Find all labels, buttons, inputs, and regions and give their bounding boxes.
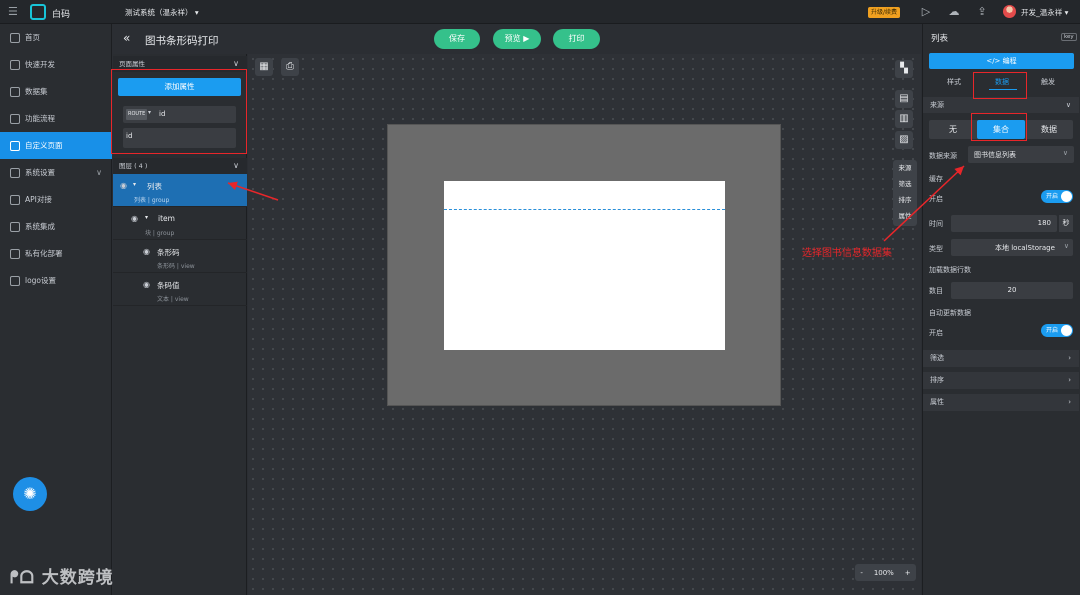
arrow-to-list-layer [227,181,279,201]
arrow-to-datasource [883,165,965,242]
annotation-arrows [227,165,965,242]
